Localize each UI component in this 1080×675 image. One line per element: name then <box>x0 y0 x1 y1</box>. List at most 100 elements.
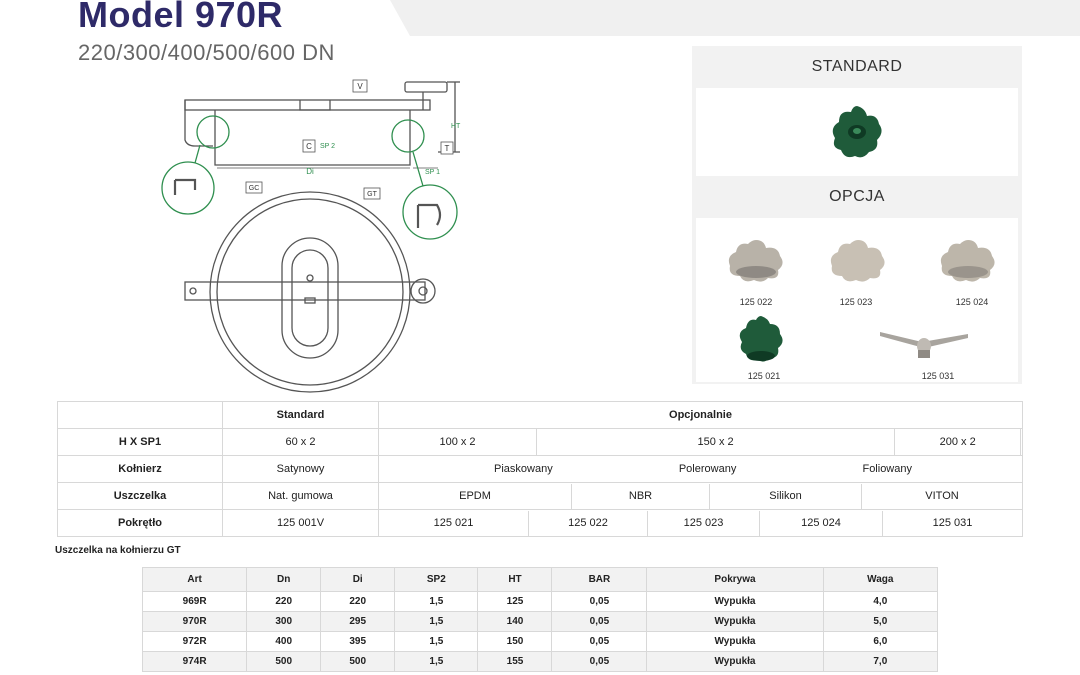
table-cell: 969R <box>141 591 248 612</box>
table-cell: 155 <box>477 651 553 672</box>
table-cell: 500 <box>320 651 396 672</box>
col-header: SP2 <box>394 567 479 592</box>
col-header: Di <box>320 567 396 592</box>
spec-cell: Polerowany <box>678 463 737 475</box>
spec-row-label: H X SP1 <box>57 428 223 456</box>
table-cell: 125 <box>477 591 553 612</box>
spec-cell-knob: 125 021 125 022 125 023 125 024 125 031 <box>378 509 1023 537</box>
table-cell: 970R <box>141 611 248 632</box>
label-v: V <box>357 82 363 91</box>
standard-box <box>696 88 1018 176</box>
table-cell: Wypukła <box>646 591 824 612</box>
code-125021: 125 021 <box>747 371 781 381</box>
spec-cell: Foliowany <box>862 463 912 475</box>
table-row: 972R 400 395 1,5 150 0,05 Wypukła 6,0 <box>141 631 939 652</box>
table-cell: 395 <box>320 631 396 652</box>
label-di: Di <box>306 167 314 176</box>
spec-cell: 150 x 2 <box>535 428 896 456</box>
col-header: Waga <box>822 567 939 592</box>
table-cell: 1,5 <box>394 611 479 632</box>
spec-cell: 125 023 <box>648 510 760 536</box>
table-cell: 0,05 <box>551 591 648 612</box>
dimensions-table: Art Dn Di SP2 HT BAR Pokrywa Waga 969R 2… <box>141 567 939 672</box>
table-cell: 7,0 <box>822 651 939 672</box>
spec-cell: 125 024 <box>760 510 883 536</box>
spec-head-standard: Standard <box>222 401 379 429</box>
col-header: BAR <box>551 567 648 592</box>
spec-head-optional: Opcjonalnie <box>378 401 1023 429</box>
table-cell: 295 <box>320 611 396 632</box>
col-header: Pokrywa <box>646 567 824 592</box>
table-row: 974R 500 500 1,5 155 0,05 Wypukła 7,0 <box>141 651 939 672</box>
spec-cell: 125 022 <box>529 510 648 536</box>
technical-drawing: V HT C SP 2 T Di SP 1 GC GT <box>161 79 461 393</box>
wing-handle-icon <box>880 332 968 358</box>
label-ht: HT <box>451 123 461 130</box>
table-cell: Wypukła <box>646 611 824 632</box>
table-cell: 1,5 <box>394 591 479 612</box>
table-cell: 500 <box>246 651 322 672</box>
spec-cell: 200 x 2 <box>894 428 1022 456</box>
code-125024: 125 024 <box>955 297 989 307</box>
table-cell: 4,0 <box>822 591 939 612</box>
spec-cell: 60 x 2 <box>222 428 379 456</box>
code-125022: 125 022 <box>739 297 773 307</box>
spec-row-label: Pokrętło <box>57 509 223 537</box>
label-gc: GC <box>249 185 260 192</box>
code-125023: 125 023 <box>839 297 873 307</box>
col-header: Dn <box>246 567 322 592</box>
polished-knob-icon <box>940 240 995 282</box>
spec-cell: EPDM <box>379 483 572 509</box>
table-cell: 400 <box>246 631 322 652</box>
green-knob-standard-icon <box>832 106 882 158</box>
spec-cell: VITON <box>925 490 959 502</box>
standard-title: STANDARD <box>811 58 903 75</box>
spec-cell: 100 x 2 <box>378 428 537 456</box>
table-cell: 300 <box>246 611 322 632</box>
table-cell: 150 <box>477 631 553 652</box>
label-t: T <box>445 144 450 153</box>
table-cell: 0,05 <box>551 651 648 672</box>
table-cell: 974R <box>141 651 248 672</box>
label-sp1: SP 1 <box>425 169 440 176</box>
label-c: C <box>306 142 312 151</box>
table-cell: Wypukła <box>646 651 824 672</box>
knob-options-panel: STANDARD OPCJA 125 022 125 023 125 024 1… <box>692 46 1022 384</box>
green-knob-icon <box>739 316 783 362</box>
table-cell: Wypukła <box>646 631 824 652</box>
col-header: HT <box>477 567 553 592</box>
label-gt: GT <box>367 191 377 198</box>
spec-cell: Satynowy <box>222 455 379 483</box>
table-row: 969R 220 220 1,5 125 0,05 Wypukła 4,0 <box>141 591 939 612</box>
table-cell: 1,5 <box>394 631 479 652</box>
table-cell: 0,05 <box>551 631 648 652</box>
spec-row-label: Uszczelka <box>57 482 223 510</box>
spec-corner <box>57 401 223 429</box>
spec-cell: 125 031 <box>932 517 973 529</box>
table-cell: 220 <box>320 591 396 612</box>
label-sp2: SP 2 <box>320 143 335 150</box>
spec-cell-flange: Piaskowany Polerowany Foliowany <box>378 455 1023 483</box>
table-row: 970R 300 295 1,5 140 0,05 Wypukła 5,0 <box>141 611 939 632</box>
option-title: OPCJA <box>829 188 885 205</box>
spec-cell: Nat. gumowa <box>222 482 379 510</box>
table-cell: 220 <box>246 591 322 612</box>
spec-row-label: Kołnierz <box>57 455 223 483</box>
spec-cell: NBR <box>572 483 710 509</box>
code-125031: 125 031 <box>921 371 955 381</box>
gasket-note: Uszczelka na kołnierzu GT <box>55 545 181 556</box>
page-title: Model 970R <box>78 0 284 35</box>
spec-cell <box>1020 428 1023 456</box>
steel-knob-icon <box>728 240 783 282</box>
table-cell: 1,5 <box>394 651 479 672</box>
spec-cell: Piaskowany <box>494 463 553 475</box>
table-cell: 972R <box>141 631 248 652</box>
satin-knob-icon <box>830 240 885 282</box>
table-cell: 6,0 <box>822 631 939 652</box>
spec-cell: 125 021 <box>379 510 529 536</box>
page-subtitle: 220/300/400/500/600 DN <box>78 40 335 65</box>
table-cell: 0,05 <box>551 611 648 632</box>
spec-cell: 125 001V <box>222 509 379 537</box>
spec-cell: Silikon <box>710 483 862 509</box>
table-cell: 140 <box>477 611 553 632</box>
